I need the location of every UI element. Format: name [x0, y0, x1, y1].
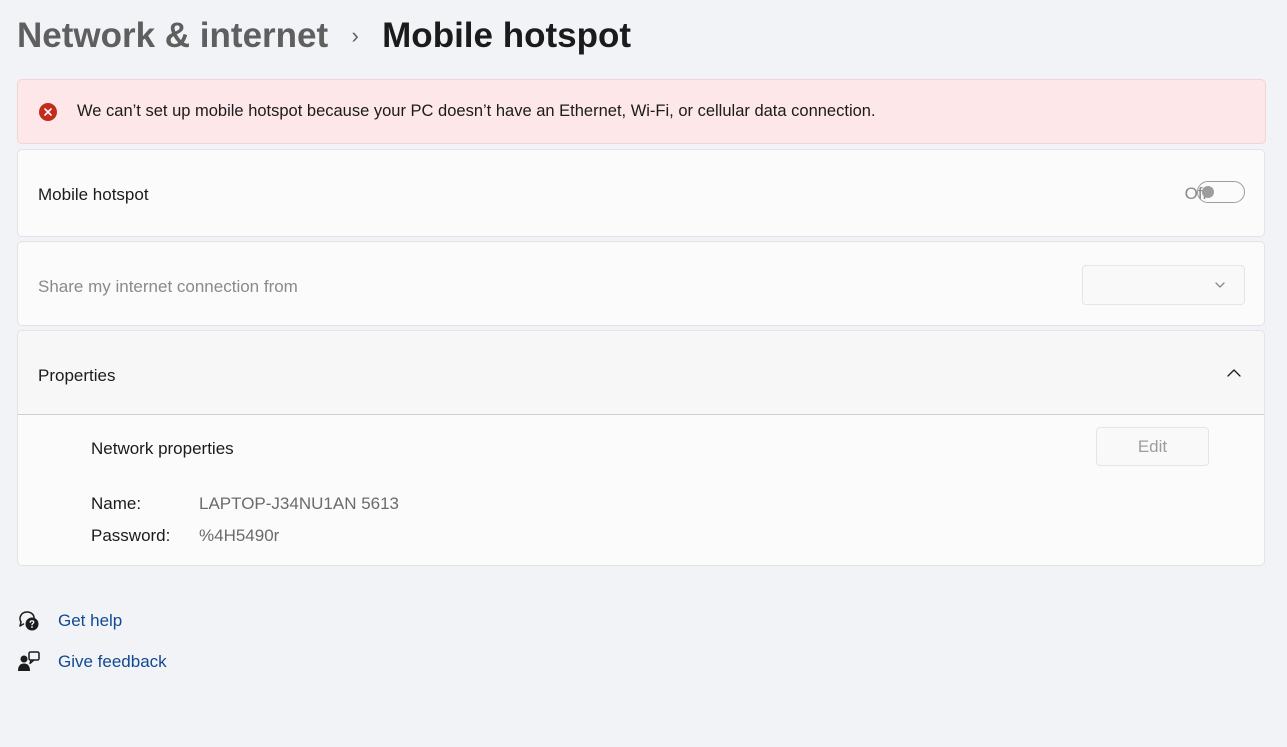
help-chat-icon: [17, 609, 41, 633]
toggle-knob: [1202, 186, 1214, 198]
mobile-hotspot-card: Mobile hotspot Off: [17, 149, 1265, 237]
share-connection-card: Share my internet connection from: [17, 241, 1265, 326]
network-properties-label: Network properties: [91, 439, 234, 458]
get-help-label[interactable]: Get help: [58, 611, 122, 631]
give-feedback-link[interactable]: Give feedback: [17, 650, 167, 674]
mobile-hotspot-toggle[interactable]: [1197, 181, 1245, 203]
share-connection-label: Share my internet connection from: [38, 277, 298, 296]
share-connection-dropdown[interactable]: [1082, 265, 1245, 305]
password-value: %4H5490r: [199, 526, 280, 545]
name-value: LAPTOP-J34NU1AN 5613: [199, 494, 400, 513]
breadcrumb-separator-icon: ›: [351, 23, 359, 48]
password-label: Password:: [91, 526, 171, 545]
properties-card: Properties Network properties Edit Name:…: [17, 330, 1265, 566]
error-infobar: We can’t set up mobile hotspot because y…: [17, 79, 1266, 144]
get-help-link[interactable]: Get help: [17, 609, 122, 633]
chevron-up-icon[interactable]: [1226, 365, 1242, 386]
breadcrumb: Network & internet › Mobile hotspot: [17, 14, 631, 58]
properties-title: Properties: [38, 366, 116, 385]
feedback-person-icon: [17, 650, 41, 674]
mobile-hotspot-label: Mobile hotspot: [38, 185, 149, 204]
name-label: Name:: [91, 494, 142, 513]
properties-body: Network properties Edit Name: LAPTOP-J34…: [18, 415, 1264, 565]
properties-header[interactable]: Properties: [18, 331, 1264, 415]
chevron-down-icon: [1214, 278, 1226, 296]
error-message: We can’t set up mobile hotspot because y…: [77, 102, 876, 120]
error-circle-icon: [39, 102, 57, 121]
give-feedback-label[interactable]: Give feedback: [58, 652, 167, 672]
edit-button[interactable]: Edit: [1096, 427, 1209, 466]
page-title: Mobile hotspot: [382, 16, 632, 55]
breadcrumb-parent-link[interactable]: Network & internet: [17, 16, 328, 56]
